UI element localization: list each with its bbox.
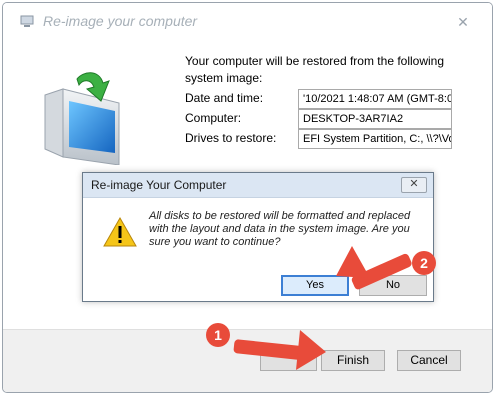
date-time-label: Date and time: — [185, 91, 264, 105]
computer-label: Computer: — [185, 111, 242, 125]
yes-button[interactable]: Yes — [281, 275, 349, 296]
system-image-restore-icon — [44, 72, 120, 165]
warning-icon — [103, 217, 137, 247]
finish-button[interactable]: Finish — [321, 350, 385, 371]
restore-intro-text: Your computer will be restored from the … — [185, 54, 445, 85]
window-icon — [20, 15, 34, 27]
no-button[interactable]: No — [359, 275, 427, 296]
computer-value: DESKTOP-3AR7IA2 — [298, 109, 452, 129]
dialog-message: All disks to be restored will be formatt… — [149, 210, 411, 248]
step-2-badge: 2 — [412, 251, 436, 275]
drives-value: EFI System Partition, C:, \\?\Volur — [298, 129, 452, 149]
wizard-footer: Finish Cancel — [3, 329, 492, 392]
cancel-button[interactable]: Cancel — [397, 350, 461, 371]
confirm-dialog: Re-image Your Computer ✕ All disks to be… — [82, 172, 434, 302]
dialog-title: Re-image Your Computer — [91, 178, 227, 192]
window-title: Re-image your computer — [43, 13, 198, 29]
close-icon[interactable]: ✕ — [452, 15, 474, 29]
dialog-title-bar: Re-image Your Computer ✕ — [83, 173, 433, 198]
back-button[interactable] — [260, 350, 317, 371]
date-time-value: '10/2021 1:48:07 AM (GMT-8:00) — [298, 89, 452, 109]
dialog-close-icon[interactable]: ✕ — [401, 177, 427, 193]
drives-label: Drives to restore: — [185, 131, 277, 145]
step-1-badge: 1 — [206, 323, 230, 347]
title-bar: Re-image your computer ✕ — [3, 3, 492, 41]
